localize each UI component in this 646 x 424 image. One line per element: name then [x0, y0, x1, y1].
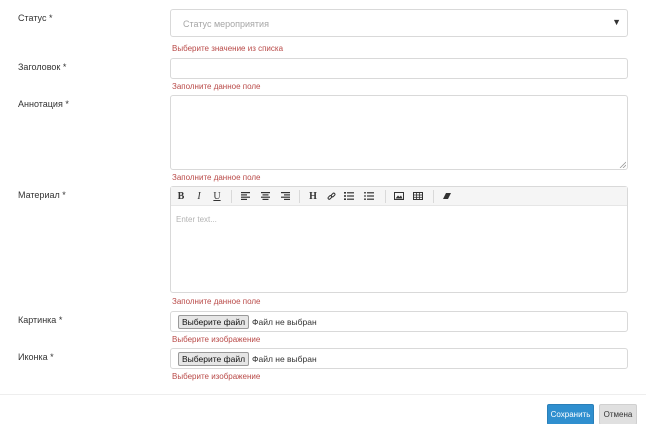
link-icon[interactable] — [324, 190, 338, 203]
image-icon[interactable] — [392, 190, 406, 203]
icon-label: Иконка * — [18, 352, 54, 362]
material-editor[interactable]: B I U H Enter text... — [170, 186, 628, 293]
status-select[interactable]: Статус мероприятия ▼ — [170, 9, 628, 37]
choose-icon-button[interactable]: Выберите файл — [178, 352, 249, 366]
heading-icon[interactable]: H — [306, 190, 320, 203]
toolbar-separator — [433, 190, 434, 203]
toolbar-separator — [385, 190, 386, 203]
choose-image-button[interactable]: Выберите файл — [178, 315, 249, 329]
save-button[interactable]: Сохранить — [547, 404, 594, 424]
cancel-button[interactable]: Отмена — [599, 404, 637, 424]
editor-toolbar: B I U H — [171, 187, 627, 206]
icon-file-status: Файл не выбран — [252, 354, 317, 364]
unordered-list-icon[interactable] — [362, 190, 376, 203]
italic-icon[interactable]: I — [192, 190, 206, 203]
image-file-input: Выберите файл Файл не выбран — [170, 311, 628, 332]
annotation-label: Аннотация * — [18, 99, 69, 109]
bold-icon[interactable]: B — [174, 190, 188, 203]
align-left-icon[interactable] — [238, 190, 252, 203]
caret-down-icon: ▼ — [612, 17, 621, 27]
title-error: Заполните данное поле — [172, 82, 261, 91]
material-error: Заполните данное поле — [172, 297, 261, 306]
annotation-error: Заполните данное поле — [172, 173, 261, 182]
image-file-status: Файл не выбран — [252, 317, 317, 327]
footer-divider — [0, 394, 646, 395]
toolbar-separator — [299, 190, 300, 203]
toolbar-separator — [231, 190, 232, 203]
icon-file-input: Выберите файл Файл не выбран — [170, 348, 628, 369]
eraser-icon[interactable] — [440, 190, 454, 203]
resize-grip-icon[interactable] — [619, 161, 626, 168]
material-label: Материал * — [18, 190, 66, 200]
table-icon[interactable] — [411, 190, 425, 203]
status-label: Статус * — [18, 13, 53, 23]
material-placeholder: Enter text... — [176, 215, 217, 224]
ordered-list-icon[interactable] — [342, 190, 356, 203]
image-label: Картинка * — [18, 315, 63, 325]
image-error: Выберите изображение — [172, 335, 261, 344]
icon-error: Выберите изображение — [172, 372, 261, 381]
title-input[interactable] — [170, 58, 628, 79]
align-center-icon[interactable] — [258, 190, 272, 203]
align-right-icon[interactable] — [278, 190, 292, 203]
title-label: Заголовок * — [18, 62, 67, 72]
status-placeholder: Статус мероприятия — [183, 19, 269, 29]
status-error: Выберите значение из списка — [172, 44, 284, 53]
annotation-textarea[interactable] — [170, 95, 628, 170]
underline-icon[interactable]: U — [210, 190, 224, 203]
